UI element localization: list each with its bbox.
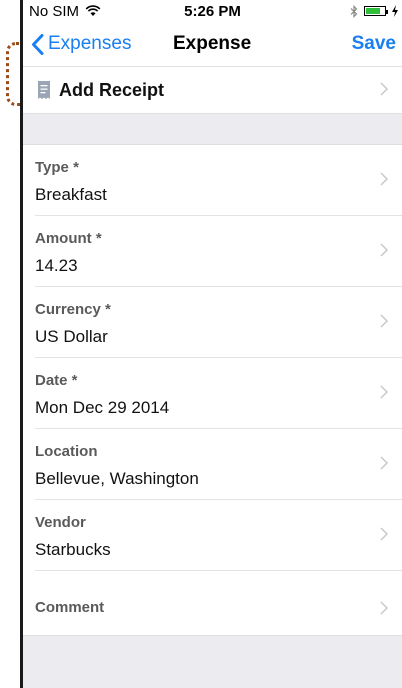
footer-area (23, 635, 402, 688)
field-label: Date * (35, 372, 78, 389)
chevron-right-icon (380, 385, 388, 399)
add-receipt-row[interactable]: Add Receipt (23, 67, 402, 114)
chevron-right-icon (380, 82, 388, 96)
field-value: 14.23 (35, 256, 78, 275)
chevron-right-icon (380, 456, 388, 470)
field-value: Mon Dec 29 2014 (35, 398, 170, 417)
status-bar: No SIM 5:26 PM (23, 0, 402, 22)
bluetooth-icon (350, 4, 358, 18)
field-value: Starbucks (35, 540, 111, 559)
vendor-row[interactable]: Vendor Starbucks (23, 500, 402, 571)
currency-row[interactable]: Currency * US Dollar (23, 287, 402, 358)
comment-row[interactable]: Comment (23, 571, 402, 645)
location-row[interactable]: Location Bellevue, Washington (23, 429, 402, 500)
chevron-right-icon (380, 314, 388, 328)
navigation-bar: Expenses Expense Save (23, 22, 402, 67)
field-value: Breakfast (35, 185, 107, 204)
field-value: US Dollar (35, 327, 108, 346)
field-label: Comment (35, 599, 105, 616)
chevron-right-icon (380, 601, 388, 615)
back-label: Expenses (48, 33, 132, 54)
date-row[interactable]: Date * Mon Dec 29 2014 (23, 358, 402, 429)
chevron-left-icon (32, 33, 44, 55)
chevron-right-icon (380, 243, 388, 257)
field-label: Currency * (35, 301, 111, 318)
phone-screen: No SIM 5:26 PM Expenses Expense Save Add… (20, 0, 402, 688)
page-title: Expense (173, 33, 252, 54)
back-button[interactable]: Expenses (23, 33, 131, 55)
field-value: Bellevue, Washington (35, 469, 199, 488)
field-label: Vendor (35, 514, 86, 531)
carrier-label: No SIM (29, 2, 80, 20)
amount-row[interactable]: Amount * 14.23 (23, 216, 402, 287)
chevron-right-icon (380, 527, 388, 541)
field-label: Amount * (35, 230, 102, 247)
field-label: Location (35, 443, 98, 460)
save-button[interactable]: Save (352, 33, 396, 55)
battery-icon (364, 6, 388, 16)
receipt-icon (38, 81, 50, 99)
wifi-icon (85, 5, 101, 16)
type-row[interactable]: Type * Breakfast (23, 145, 402, 216)
chevron-right-icon (380, 172, 388, 186)
section-separator (23, 114, 402, 145)
charging-icon (392, 5, 398, 17)
add-receipt-label: Add Receipt (59, 79, 165, 100)
field-label: Type * (35, 159, 79, 176)
